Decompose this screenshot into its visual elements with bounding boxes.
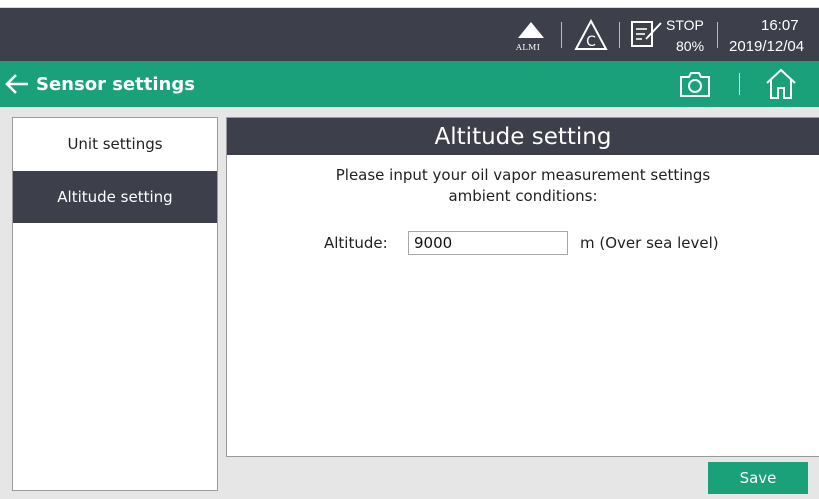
sidebar-item-altitude-setting[interactable]: Altitude setting bbox=[13, 171, 217, 223]
instruction-line: ambient conditions: bbox=[448, 187, 598, 205]
sidebar-item-unit-settings[interactable]: Unit settings bbox=[13, 118, 217, 170]
status-bar: ALMI C STOP 80% 16:07 2019/12/04 bbox=[0, 8, 819, 61]
home-icon bbox=[766, 68, 796, 99]
panel-title: Altitude setting bbox=[227, 118, 819, 155]
status-divider bbox=[561, 22, 562, 48]
content-area: Unit settings Altitude setting Altitude … bbox=[0, 107, 819, 499]
back-arrow-icon bbox=[5, 74, 28, 94]
page-title: Sensor settings bbox=[36, 73, 195, 95]
back-button[interactable]: Sensor settings bbox=[4, 69, 195, 99]
run-state-text: STOP bbox=[666, 17, 704, 33]
camera-icon bbox=[680, 72, 710, 97]
altitude-panel: Altitude setting Please input your oil v… bbox=[226, 117, 819, 457]
status-divider bbox=[619, 22, 620, 48]
settings-sidebar: Unit settings Altitude setting bbox=[12, 117, 218, 491]
title-divider bbox=[739, 73, 740, 95]
alarm-label: ALMI bbox=[516, 43, 541, 52]
top-edge bbox=[0, 0, 819, 8]
instruction-text: Please input your oil vapor measurement … bbox=[227, 165, 819, 207]
screenshot-button[interactable] bbox=[678, 68, 712, 100]
home-button[interactable] bbox=[764, 67, 798, 101]
status-divider bbox=[717, 22, 718, 48]
svg-text:C: C bbox=[586, 34, 596, 50]
alarm-triangle-icon[interactable] bbox=[516, 20, 546, 42]
note-edit-icon[interactable] bbox=[629, 18, 665, 50]
instruction-line: Please input your oil vapor measurement … bbox=[335, 166, 711, 184]
title-bar: Sensor settings bbox=[0, 61, 819, 107]
clock-time: 16:07 bbox=[761, 17, 799, 34]
battery-percent: 80% bbox=[676, 38, 705, 54]
altitude-input[interactable] bbox=[408, 231, 568, 255]
save-button[interactable]: Save bbox=[708, 462, 808, 494]
calibration-warning-icon[interactable]: C bbox=[573, 18, 609, 52]
altitude-unit: m (Over sea level) bbox=[580, 234, 719, 252]
clock-date: 2019/12/04 bbox=[729, 38, 805, 55]
altitude-label: Altitude: bbox=[324, 234, 388, 252]
